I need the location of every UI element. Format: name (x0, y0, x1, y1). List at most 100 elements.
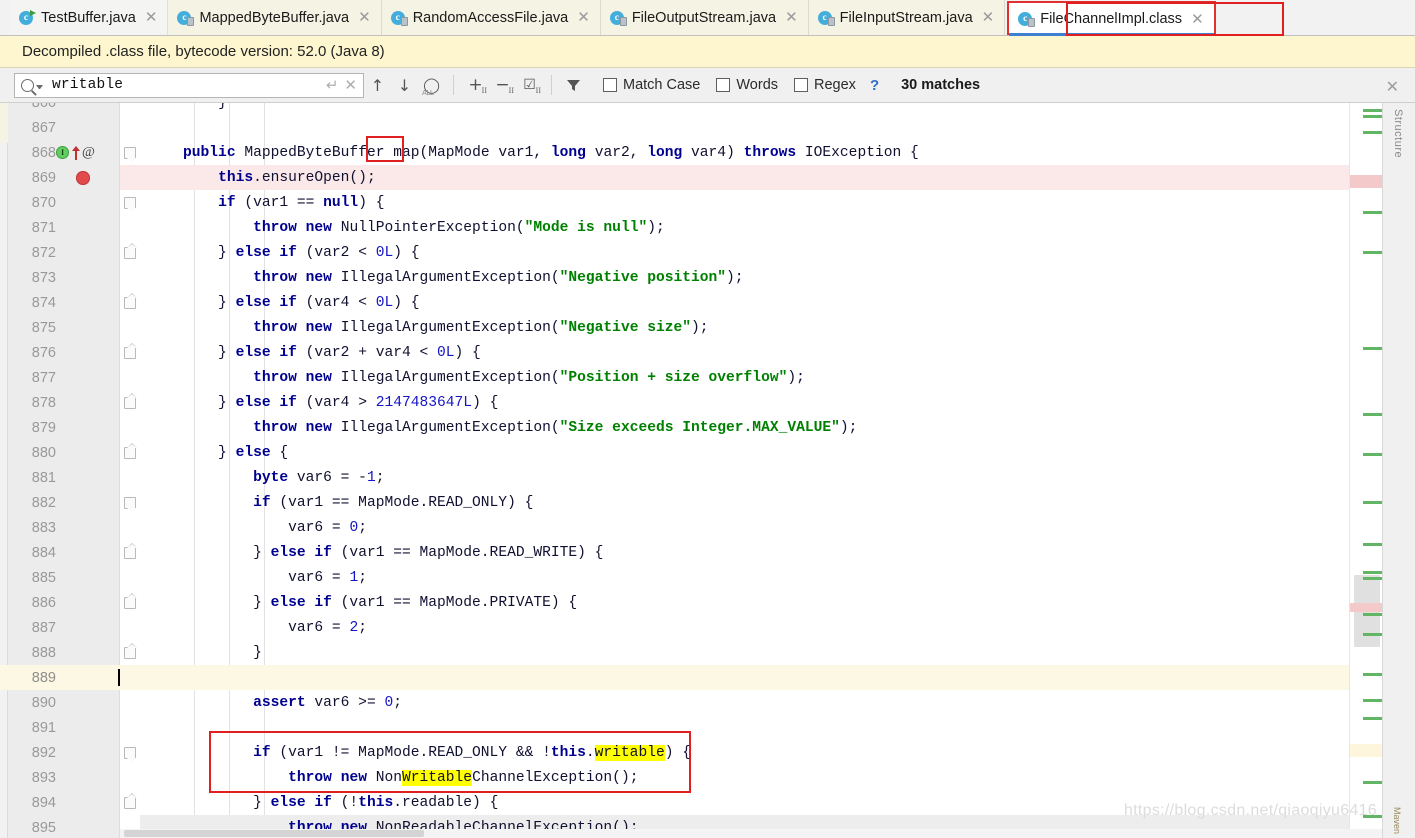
fold-toggle[interactable] (122, 215, 138, 240)
gutter-icons[interactable] (60, 515, 116, 540)
horizontal-scrollbar-thumb[interactable] (124, 830, 424, 837)
search-clear-icon[interactable]: ✕ (344, 76, 357, 94)
add-selection-button[interactable]: +II (462, 72, 489, 98)
close-find-toolbar-icon[interactable]: ✕ (1386, 77, 1399, 96)
words-checkbox[interactable] (716, 78, 730, 92)
search-input[interactable]: writable (52, 77, 320, 93)
code-text[interactable]: if (var1 == MapMode.READ_ONLY) { (148, 495, 1383, 511)
breakpoint-icon[interactable] (76, 171, 90, 185)
code-line[interactable]: 881 byte var6 = -1; (0, 465, 1383, 490)
gutter-icons[interactable] (60, 290, 116, 315)
code-line[interactable]: 884 } else if (var1 == MapMode.READ_WRIT… (0, 540, 1383, 565)
filter-button[interactable] (560, 72, 587, 98)
right-rail-label[interactable]: Structure (1392, 109, 1404, 158)
code-line[interactable]: 867 (0, 115, 1383, 140)
editor-tab-testbuffer-java[interactable]: cTestBuffer.java✕ (10, 0, 168, 35)
gutter-icons[interactable] (60, 640, 116, 665)
fold-toggle[interactable] (122, 590, 138, 615)
fold-toggle[interactable] (122, 103, 138, 115)
code-text[interactable]: if (var1 == null) { (148, 195, 1383, 211)
code-text[interactable]: } else if (!this.readable) { (148, 795, 1383, 811)
gutter-icons[interactable] (60, 390, 116, 415)
code-line[interactable]: 866 } (0, 103, 1383, 115)
code-text[interactable]: throw new NullPointerException("Mode is … (148, 220, 1383, 236)
code-text[interactable]: public MappedByteBuffer map(MapMode var1… (148, 145, 1383, 161)
code-line[interactable]: 894 } else if (!this.readable) { (0, 790, 1383, 815)
gutter-icons[interactable] (60, 415, 116, 440)
code-text[interactable]: var6 = 1; (148, 570, 1383, 586)
match-case-option[interactable]: Match Case (603, 77, 700, 93)
fold-expand-icon[interactable] (124, 297, 136, 309)
code-text[interactable]: } else if (var4 > 2147483647L) { (148, 395, 1383, 411)
gutter-icons[interactable] (60, 440, 116, 465)
code-line[interactable]: 874 } else if (var4 < 0L) { (0, 290, 1383, 315)
fold-collapse-icon[interactable] (124, 747, 136, 759)
gutter-icons[interactable] (60, 765, 116, 790)
code-text[interactable]: byte var6 = -1; (148, 470, 1383, 486)
fold-toggle[interactable] (122, 515, 138, 540)
gutter-icons[interactable]: I@ (56, 140, 112, 165)
gutter-icons[interactable] (60, 315, 116, 340)
code-text[interactable]: assert var6 >= 0; (148, 695, 1383, 711)
code-line[interactable]: 891 (0, 715, 1383, 740)
gutter-icons[interactable] (60, 490, 116, 515)
gutter-icons[interactable] (60, 103, 116, 115)
code-text[interactable]: throw new NonWritableChannelException(); (148, 770, 1383, 786)
find-next-button[interactable]: ↓ (391, 72, 418, 98)
gutter-icons[interactable] (60, 790, 116, 815)
code-text[interactable]: this.ensureOpen(); (148, 170, 1383, 186)
fold-toggle[interactable] (122, 690, 138, 715)
code-line[interactable]: 882 if (var1 == MapMode.READ_ONLY) { (0, 490, 1383, 515)
fold-toggle[interactable] (122, 565, 138, 590)
gutter-icons[interactable] (60, 465, 116, 490)
close-tab-icon[interactable]: ✕ (358, 10, 371, 25)
code-line[interactable]: 892 if (var1 != MapMode.READ_ONLY && !th… (0, 740, 1383, 765)
code-text[interactable]: var6 = 0; (148, 520, 1383, 536)
right-rail-bottom-label[interactable]: Maven (1392, 807, 1402, 834)
gutter-icons[interactable] (60, 715, 116, 740)
gutter-icons[interactable] (60, 615, 116, 640)
fold-toggle[interactable] (122, 165, 138, 190)
code-line[interactable]: 880 } else { (0, 440, 1383, 465)
fold-expand-icon[interactable] (124, 247, 136, 259)
code-line[interactable]: 887 var6 = 2; (0, 615, 1383, 640)
code-text[interactable]: throw new IllegalArgumentException("Nega… (148, 270, 1383, 286)
fold-toggle[interactable] (122, 790, 138, 815)
gutter-icons[interactable] (60, 565, 116, 590)
fold-toggle[interactable] (122, 190, 138, 215)
code-line[interactable]: 879 throw new IllegalArgumentException("… (0, 415, 1383, 440)
code-text[interactable]: } else if (var2 + var4 < 0L) { (148, 345, 1383, 361)
code-text[interactable]: var6 = 2; (148, 620, 1383, 636)
override-arrow-icon[interactable] (71, 146, 80, 160)
fold-toggle[interactable] (122, 665, 138, 690)
words-option[interactable]: Words (716, 77, 778, 93)
code-line[interactable]: 893 throw new NonWritableChannelExceptio… (0, 765, 1383, 790)
code-line[interactable]: 871 throw new NullPointerException("Mode… (0, 215, 1383, 240)
code-line[interactable]: 869 this.ensureOpen(); (0, 165, 1383, 190)
code-line[interactable]: 876 } else if (var2 + var4 < 0L) { (0, 340, 1383, 365)
gutter-icons[interactable] (60, 740, 116, 765)
code-line[interactable]: 890 assert var6 >= 0; (0, 690, 1383, 715)
close-tab-icon[interactable]: ✕ (785, 10, 798, 25)
match-case-checkbox[interactable] (603, 78, 617, 92)
fold-toggle[interactable] (122, 265, 138, 290)
search-input-wrapper[interactable]: writable ↵ ✕ (14, 73, 364, 98)
fold-expand-icon[interactable] (124, 597, 136, 609)
gutter-icons[interactable] (60, 365, 116, 390)
gutter-icons[interactable] (60, 340, 116, 365)
code-line[interactable]: 877 throw new IllegalArgumentException("… (0, 365, 1383, 390)
fold-expand-icon[interactable] (124, 547, 136, 559)
find-all-button[interactable]: ◯ALL (418, 72, 445, 98)
fold-expand-icon[interactable] (124, 397, 136, 409)
code-line[interactable]: 875 throw new IllegalArgumentException("… (0, 315, 1383, 340)
code-text[interactable]: } else if (var2 < 0L) { (148, 245, 1383, 261)
horizontal-scrollbar[interactable] (120, 829, 1382, 838)
code-text[interactable]: } else if (var1 == MapMode.PRIVATE) { (148, 595, 1383, 611)
gutter-icons[interactable] (60, 690, 116, 715)
editor-tab-randomaccessfile-java[interactable]: cRandomAccessFile.java✕ (382, 0, 601, 35)
search-newline-icon[interactable]: ↵ (326, 76, 339, 94)
close-tab-icon[interactable]: ✕ (145, 10, 158, 25)
fold-toggle[interactable] (122, 315, 138, 340)
code-line[interactable]: 889 (0, 665, 1383, 690)
code-line[interactable]: 878 } else if (var4 > 2147483647L) { (0, 390, 1383, 415)
